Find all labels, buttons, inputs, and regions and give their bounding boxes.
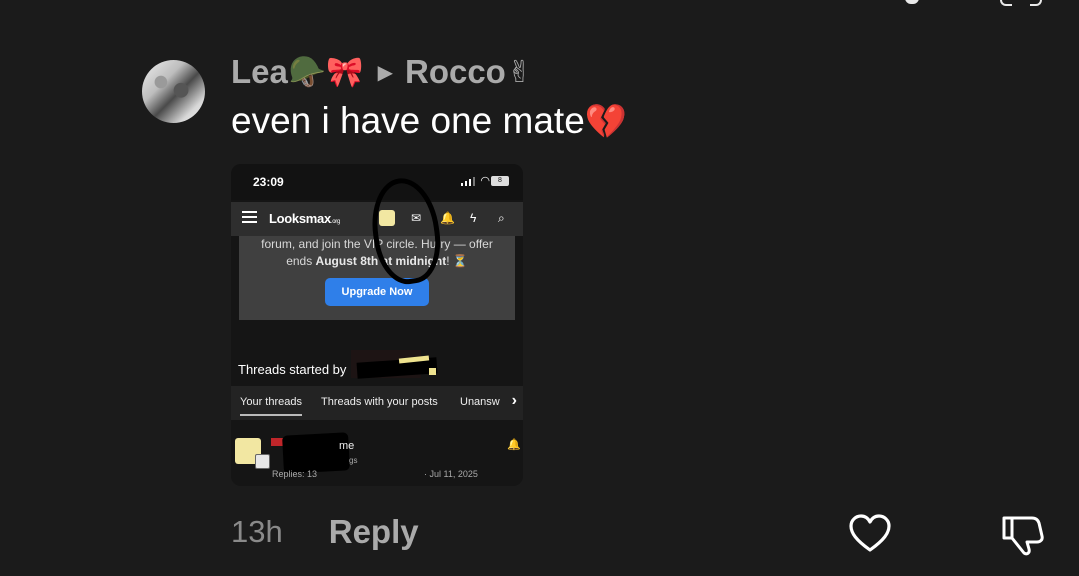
status-time: 23:09 [253, 175, 284, 189]
battery-icon: 8 [491, 176, 509, 186]
bell-icon: 🔔 [507, 439, 521, 451]
redaction-highlight [429, 368, 436, 375]
author-name[interactable]: Lea [231, 53, 288, 91]
lightning-icon: ϟ [470, 211, 477, 225]
tab-unanswered: Unansw [460, 396, 500, 408]
comment-body: even i have one mate [231, 100, 585, 141]
thread-date: · Jul 11, 2025 [424, 469, 478, 479]
reply-to-name[interactable]: Rocco [405, 53, 506, 91]
thread-tabs: Your threads Threads with your posts Una… [231, 386, 523, 420]
comment-text: even i have one mate💔 [231, 100, 627, 142]
like-button[interactable] [846, 510, 894, 558]
menu-icon [242, 211, 257, 224]
heart-icon [849, 514, 891, 552]
commenter-avatar[interactable] [142, 60, 205, 123]
site-logo: Looksmax.org [269, 211, 341, 226]
author-emojis: 🪖🎀 [288, 55, 364, 89]
chevron-right-icon: › [511, 392, 517, 409]
thread-title-tail: me [339, 440, 355, 452]
redaction-mark [282, 432, 350, 474]
search-icon: ⌕ [498, 211, 505, 225]
top-clipped-icon-b [1000, 0, 1012, 6]
thread-sub-tail: gs [349, 456, 358, 465]
wifi-icon: ◠ [480, 175, 490, 187]
attached-screenshot[interactable]: 23:09 ◠ 8 Looksmax.org ✉ 🔔 ϟ ⌕ forum, an… [231, 164, 523, 486]
thread-replies: Replies: 13 [272, 469, 318, 479]
threads-title: Threads started by [238, 362, 347, 377]
thread-sub-avatar [255, 454, 270, 469]
reply-to-emoji: ✌ [506, 55, 532, 89]
broken-heart-emoji: 💔 [584, 103, 628, 141]
comment-time: 13h [231, 514, 283, 549]
top-clipped-icon-a [905, 0, 919, 4]
reply-button[interactable]: Reply [329, 513, 419, 551]
bell-icon: 🔔 [440, 211, 455, 225]
comment-footer: 13h Reply [231, 512, 419, 552]
phone-status-bar: 23:09 ◠ 8 [231, 164, 523, 200]
tab-threads-with-your-posts: Threads with your posts [321, 396, 438, 408]
comment-header: Lea 🪖🎀 ▶ Rocco ✌ [231, 52, 532, 92]
top-clipped-icon-c [1030, 0, 1042, 6]
thumbs-down-icon [1002, 516, 1044, 556]
dislike-button[interactable] [998, 510, 1046, 558]
tab-your-threads: Your threads [240, 396, 302, 416]
signal-icon [461, 177, 475, 186]
triangle-right-icon: ▶ [377, 61, 393, 84]
